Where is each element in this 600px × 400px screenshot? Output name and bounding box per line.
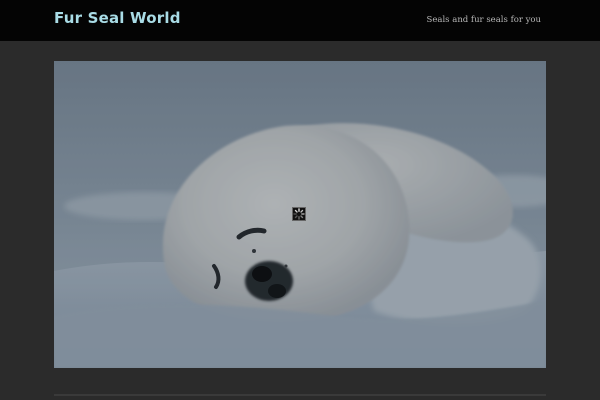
- seal-photo[interactable]: [54, 61, 546, 368]
- site-title-link[interactable]: Fur Seal World: [54, 7, 181, 29]
- loading-spinner-icon: [292, 207, 306, 221]
- site-tagline: Seals and fur seals for you: [426, 15, 541, 25]
- main-content: [0, 41, 600, 400]
- content-divider: [54, 394, 546, 396]
- site-header: Fur Seal World Seals and fur seals for y…: [0, 0, 600, 41]
